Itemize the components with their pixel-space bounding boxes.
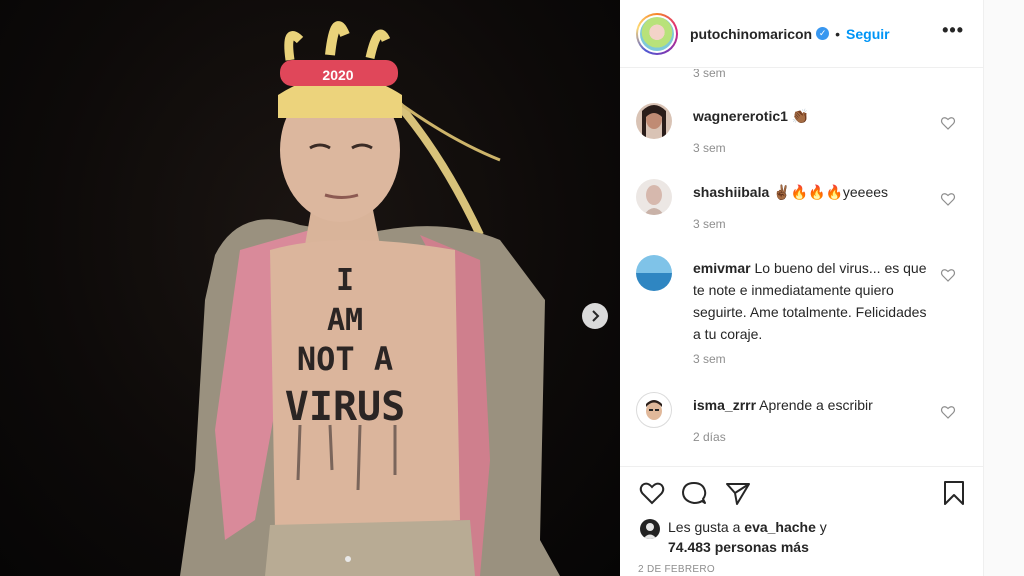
- comment-time: 3 sem: [693, 217, 726, 231]
- comment-username[interactable]: wagnererotic1: [693, 108, 788, 124]
- comment-username[interactable]: emivmar: [693, 260, 751, 276]
- comment-item: emivmar Lo bueno del virus... es que te …: [636, 255, 976, 366]
- liker-avatar[interactable]: [640, 519, 660, 539]
- verified-icon: ✓: [816, 27, 830, 40]
- heart-icon[interactable]: [638, 479, 666, 507]
- post-photo: 2020 I AM NOT A VIRUS: [180, 21, 560, 576]
- post-media: 2020 I AM NOT A VIRUS: [0, 0, 620, 576]
- heart-icon[interactable]: [940, 191, 956, 207]
- post-date: 2 DE FEBRERO: [638, 564, 715, 575]
- commenter-avatar[interactable]: [636, 103, 672, 139]
- header-separator: •: [835, 25, 841, 42]
- likes-summary[interactable]: Les gusta a eva_hache y 74.483 personas …: [668, 517, 827, 557]
- heart-icon[interactable]: [940, 404, 956, 420]
- likes-prefix: Les gusta a: [668, 519, 741, 535]
- comments-list: 3 sem wagnererotic1 👏🏾 3 sem shashiibala…: [620, 69, 984, 465]
- heart-icon[interactable]: [940, 115, 956, 131]
- comment-username[interactable]: isma_zrrr: [693, 397, 756, 413]
- page-background: [984, 0, 1024, 576]
- post-side-panel: putochinomaricon ✓ • Seguir ••• 3 sem wa…: [620, 0, 984, 576]
- post-actions: Les gusta a eva_hache y 74.483 personas …: [620, 466, 984, 576]
- comment-time: 3 sem: [693, 141, 726, 155]
- more-icon[interactable]: •••: [942, 21, 964, 39]
- author-avatar[interactable]: [636, 12, 678, 55]
- comment-time: 3 sem: [693, 69, 726, 80]
- post-header: putochinomaricon ✓ • Seguir •••: [620, 0, 984, 68]
- chest-text-line-1: I: [336, 263, 354, 298]
- commenter-avatar[interactable]: [636, 392, 672, 428]
- comment-username[interactable]: shashiibala: [693, 184, 769, 200]
- author-username[interactable]: putochinomaricon: [690, 26, 812, 42]
- likes-conj: y: [819, 519, 827, 535]
- next-image-button[interactable]: [582, 303, 608, 329]
- headband-text: 2020: [322, 67, 353, 83]
- share-icon[interactable]: [724, 479, 752, 507]
- chest-text-line-2: AM: [327, 303, 363, 338]
- comment-item: shashiibala ✌🏾🔥🔥🔥yeeees 3 sem: [636, 179, 976, 239]
- comment-time: 2 días: [693, 430, 726, 444]
- comment-time: 3 sem: [693, 352, 726, 366]
- bookmark-icon[interactable]: [940, 479, 968, 507]
- commenter-avatar[interactable]: [636, 179, 672, 215]
- likes-first-user[interactable]: eva_hache: [744, 519, 816, 535]
- comment-text: 👏🏾: [791, 108, 810, 124]
- comment-item: wagnererotic1 👏🏾 3 sem: [636, 103, 976, 163]
- chest-text-line-4: VIRUS: [285, 384, 405, 430]
- comment-icon[interactable]: [680, 479, 708, 507]
- chevron-right-icon: [592, 310, 600, 322]
- follow-button[interactable]: Seguir: [846, 26, 890, 42]
- likes-count[interactable]: 74.483 personas más: [668, 539, 809, 555]
- comment-text: Aprende a escribir: [759, 397, 873, 413]
- carousel-indicator: [345, 556, 351, 562]
- comment-item: isma_zrrr Aprende a escribir 2 días: [636, 392, 976, 452]
- commenter-avatar[interactable]: [636, 255, 672, 291]
- heart-icon[interactable]: [940, 267, 956, 283]
- chest-text-line-3: NOT A: [297, 340, 393, 378]
- comment-text: ✌🏾🔥🔥🔥yeeees: [773, 184, 889, 200]
